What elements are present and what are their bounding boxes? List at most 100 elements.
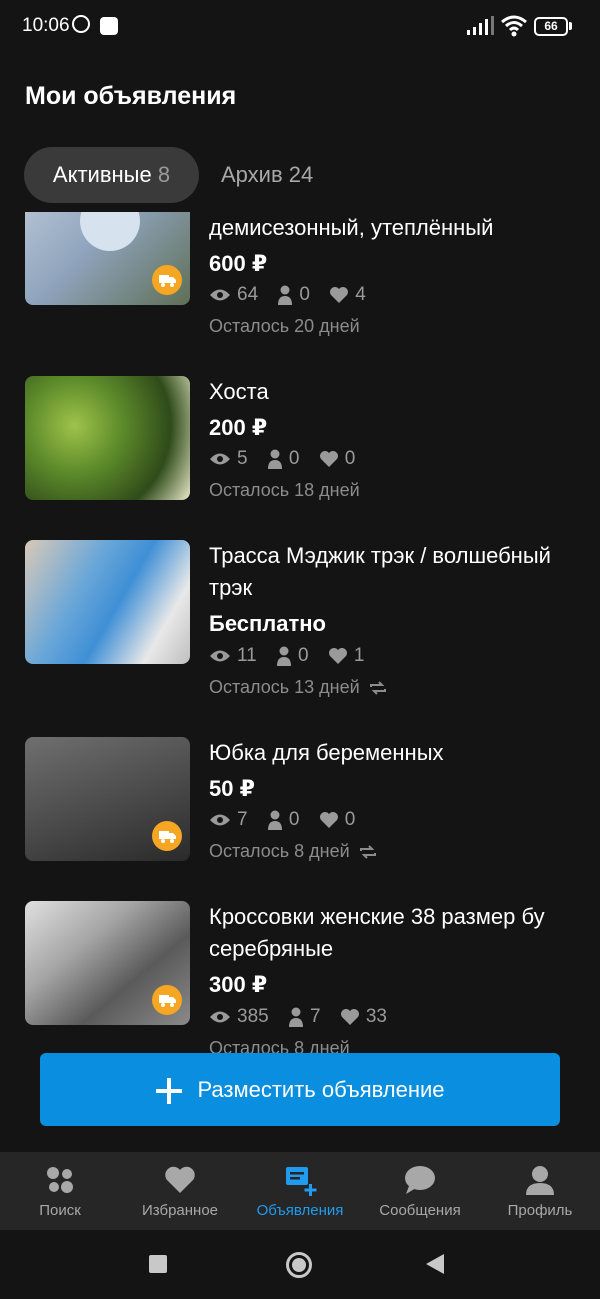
listing-stats: 385 7 33 xyxy=(209,1006,401,1030)
listing-title: Юбка для беременных xyxy=(209,740,444,765)
post-listing-label: Разместить объявление xyxy=(197,1077,445,1102)
favorites-stat: 0 xyxy=(319,448,356,470)
nav-profile[interactable]: Профиль xyxy=(480,1152,600,1230)
person-icon xyxy=(278,285,293,305)
tab-archive-count: 24 xyxy=(288,162,314,187)
nav-listings-label: Объявления xyxy=(256,1202,344,1219)
listing-remaining: Осталось 13 дней xyxy=(209,677,388,698)
listing-stats: 5 0 0 xyxy=(209,448,369,472)
favorites-stat: 0 xyxy=(319,809,356,831)
eye-icon xyxy=(210,453,230,465)
heart-icon xyxy=(165,1166,195,1193)
nav-listings[interactable]: Объявления xyxy=(240,1152,360,1230)
views-count: 64 xyxy=(237,284,259,305)
contacts-stat: 0 xyxy=(267,809,300,831)
tab-active-label: Активные xyxy=(52,162,152,187)
listing-title: Трасса Мэджик трэк / волшебный трэк xyxy=(209,543,551,600)
delivery-icon xyxy=(152,985,182,1015)
person-icon xyxy=(288,1007,303,1027)
tab-active[interactable]: Активные 8 xyxy=(24,147,199,203)
nav-search-label: Поиск xyxy=(39,1202,81,1219)
contacts-count: 0 xyxy=(288,809,300,830)
favorites-stat: 33 xyxy=(340,1006,387,1028)
post-listing-button[interactable]: Разместить объявление xyxy=(40,1053,560,1126)
home-button-dot xyxy=(292,1258,306,1272)
delivery-icon xyxy=(152,265,182,295)
signal-icon xyxy=(467,16,494,35)
contacts-stat: 0 xyxy=(276,645,309,667)
contacts-count: 0 xyxy=(288,448,300,469)
listing-price: 600 ₽ xyxy=(209,251,268,276)
views-count: 385 xyxy=(237,1006,269,1027)
listings-add-icon xyxy=(286,1167,317,1196)
battery-icon: 66 xyxy=(534,17,568,36)
views-count: 11 xyxy=(237,645,257,666)
listing-title: Кроссовки женские 38 размер бу серебряны… xyxy=(209,904,545,961)
heart-icon xyxy=(319,450,338,467)
eye-icon xyxy=(210,289,230,301)
favorites-stat: 1 xyxy=(328,645,365,667)
chat-bubble-icon xyxy=(405,1166,435,1194)
listing-price: 300 ₽ xyxy=(209,972,268,997)
tab-active-count: 8 xyxy=(157,162,171,187)
views-stat: 11 xyxy=(209,645,257,667)
person-icon xyxy=(267,810,282,830)
bottom-nav: Поиск Избранное Объявления Сообщения Про… xyxy=(0,1152,600,1230)
nav-favorites-label: Избранное xyxy=(141,1202,219,1219)
status-time: 10:06 xyxy=(22,15,70,36)
listing-thumbnail[interactable] xyxy=(25,212,190,305)
listing-remaining: Осталось 20 дней xyxy=(209,316,360,336)
listings-list[interactable]: демисезонный, утеплённый 600 ₽ 64 0 4 Ос… xyxy=(0,212,600,1058)
contacts-stat: 0 xyxy=(277,284,310,306)
plus-icon xyxy=(156,1078,183,1105)
delivery-icon xyxy=(152,821,182,851)
favorites-count: 33 xyxy=(365,1006,387,1027)
listing-remaining-text: Осталось 8 дней xyxy=(209,841,350,861)
listing-title: демисезонный, утеплённый xyxy=(209,215,494,240)
contacts-count: 0 xyxy=(298,645,309,666)
listing-remaining: Осталось 18 дней xyxy=(209,480,360,500)
nav-messages[interactable]: Сообщения xyxy=(360,1152,480,1230)
contacts-count: 7 xyxy=(309,1006,321,1027)
contacts-stat: 0 xyxy=(267,448,300,470)
status-bar: 10:06 66 xyxy=(0,0,600,54)
favorites-count: 0 xyxy=(344,448,356,469)
heart-icon xyxy=(328,647,347,664)
person-icon xyxy=(267,449,282,469)
listing-remaining: Осталось 8 дней xyxy=(209,841,378,862)
eye-icon xyxy=(210,1011,230,1023)
renew-icon xyxy=(359,845,376,859)
views-stat: 64 xyxy=(209,284,258,306)
back-button[interactable] xyxy=(426,1254,444,1274)
views-stat: 7 xyxy=(209,809,248,831)
search-dots-icon xyxy=(47,1167,73,1193)
views-count: 5 xyxy=(237,448,248,469)
person-icon xyxy=(277,646,292,666)
tab-archive[interactable]: Архив 24 xyxy=(221,147,313,203)
contacts-stat: 7 xyxy=(288,1006,321,1028)
listing-price: 50 ₽ xyxy=(209,776,255,801)
wifi-icon xyxy=(501,15,527,37)
views-stat: 385 xyxy=(209,1006,269,1028)
tab-archive-label: Архив xyxy=(221,162,283,187)
recent-apps-button[interactable] xyxy=(149,1255,167,1273)
listing-price: 200 ₽ xyxy=(209,415,268,440)
favorites-count: 0 xyxy=(344,809,356,830)
listing-thumbnail[interactable] xyxy=(25,737,190,861)
eye-icon xyxy=(210,814,230,826)
nav-messages-label: Сообщения xyxy=(379,1202,461,1219)
favorites-count: 1 xyxy=(353,645,365,666)
listing-title: Хоста xyxy=(209,379,269,404)
listing-thumbnail[interactable] xyxy=(25,901,190,1025)
listing-thumbnail[interactable] xyxy=(25,540,190,664)
listing-stats: 64 0 4 xyxy=(209,284,380,308)
nav-profile-label: Профиль xyxy=(507,1202,573,1219)
nav-search[interactable]: Поиск xyxy=(0,1152,120,1230)
nav-favorites[interactable]: Избранное xyxy=(120,1152,240,1230)
heart-icon xyxy=(330,286,349,303)
eye-icon xyxy=(210,650,230,662)
notification-icon xyxy=(100,17,118,35)
heart-icon xyxy=(319,811,338,828)
listing-thumbnail[interactable] xyxy=(25,376,190,500)
whatsapp-icon xyxy=(72,15,90,33)
